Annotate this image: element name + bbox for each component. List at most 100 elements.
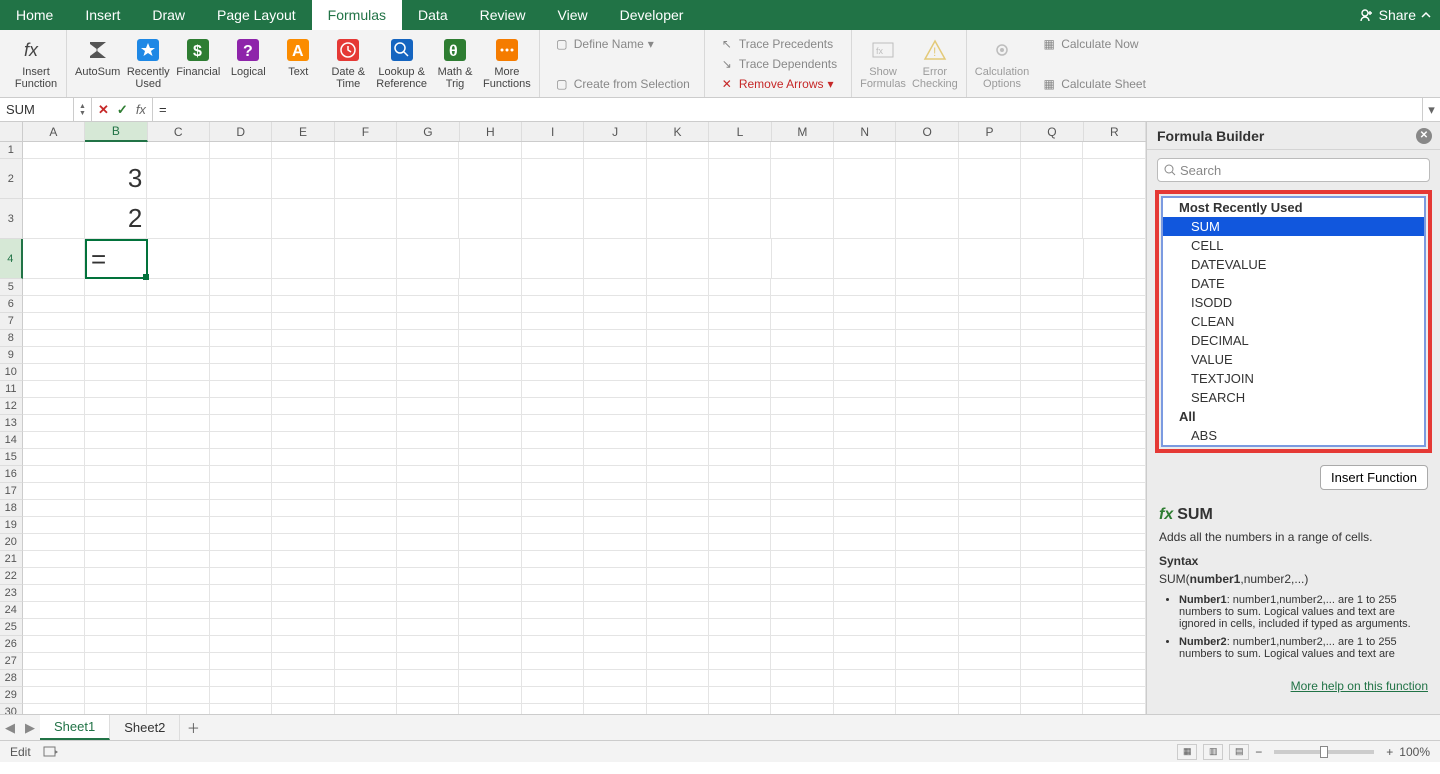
cell-I24[interactable] — [522, 602, 584, 619]
insert-function-button[interactable]: fx Insert Function — [12, 32, 60, 92]
cell-E24[interactable] — [272, 602, 334, 619]
cell-C13[interactable] — [147, 415, 209, 432]
cell-D24[interactable] — [210, 602, 272, 619]
select-all-corner[interactable] — [0, 122, 23, 141]
cell-F9[interactable] — [335, 347, 397, 364]
cell-B20[interactable] — [85, 534, 147, 551]
cell-F11[interactable] — [335, 381, 397, 398]
cell-L24[interactable] — [709, 602, 771, 619]
func-item-decimal[interactable]: DECIMAL — [1163, 331, 1424, 350]
col-header-D[interactable]: D — [210, 122, 272, 141]
cell-H22[interactable] — [459, 568, 521, 585]
row-header-20[interactable]: 20 — [0, 534, 23, 551]
cell-R24[interactable] — [1083, 602, 1145, 619]
cell-A26[interactable] — [23, 636, 85, 653]
cell-P27[interactable] — [959, 653, 1021, 670]
cell-M27[interactable] — [771, 653, 833, 670]
cell-P12[interactable] — [959, 398, 1021, 415]
cell-O14[interactable] — [896, 432, 958, 449]
cell-Q27[interactable] — [1021, 653, 1083, 670]
cell-D23[interactable] — [210, 585, 272, 602]
cell-G30[interactable] — [397, 704, 459, 714]
cell-H19[interactable] — [459, 517, 521, 534]
col-header-C[interactable]: C — [148, 122, 210, 141]
cell-R14[interactable] — [1083, 432, 1145, 449]
cell-M28[interactable] — [771, 670, 833, 687]
cell-I16[interactable] — [522, 466, 584, 483]
cell-B4[interactable]: = — [85, 239, 148, 279]
cell-O13[interactable] — [896, 415, 958, 432]
cell-Q1[interactable] — [1021, 142, 1083, 159]
cell-K26[interactable] — [647, 636, 709, 653]
cell-C22[interactable] — [147, 568, 209, 585]
cell-R1[interactable] — [1083, 142, 1145, 159]
cell-B13[interactable] — [85, 415, 147, 432]
cell-A24[interactable] — [23, 602, 85, 619]
accessibility-icon[interactable] — [43, 745, 59, 759]
cell-R13[interactable] — [1083, 415, 1145, 432]
cell-N2[interactable] — [834, 159, 896, 199]
cell-C25[interactable] — [147, 619, 209, 636]
cell-N13[interactable] — [834, 415, 896, 432]
cell-M3[interactable] — [771, 199, 833, 239]
cell-L9[interactable] — [709, 347, 771, 364]
cell-Q12[interactable] — [1021, 398, 1083, 415]
row-header-25[interactable]: 25 — [0, 619, 23, 636]
cell-R2[interactable] — [1083, 159, 1145, 199]
cell-A7[interactable] — [23, 313, 85, 330]
cell-H6[interactable] — [459, 296, 521, 313]
cell-R16[interactable] — [1083, 466, 1145, 483]
cell-N1[interactable] — [834, 142, 896, 159]
cell-R22[interactable] — [1083, 568, 1145, 585]
func-item-value[interactable]: VALUE — [1163, 350, 1424, 369]
row-header-29[interactable]: 29 — [0, 687, 23, 704]
cell-I30[interactable] — [522, 704, 584, 714]
func-item-isodd[interactable]: ISODD — [1163, 293, 1424, 312]
cell-J5[interactable] — [584, 279, 646, 296]
row-header-3[interactable]: 3 — [0, 199, 23, 239]
cell-G8[interactable] — [397, 330, 459, 347]
cell-F15[interactable] — [335, 449, 397, 466]
cell-A23[interactable] — [23, 585, 85, 602]
tab-developer[interactable]: Developer — [604, 0, 700, 30]
cell-P8[interactable] — [959, 330, 1021, 347]
show-formulas-button[interactable]: fx Show Formulas — [858, 32, 908, 92]
cell-R4[interactable] — [1084, 239, 1146, 279]
cell-N27[interactable] — [834, 653, 896, 670]
cell-H15[interactable] — [459, 449, 521, 466]
remove-arrows-button[interactable]: ✕Remove Arrows ▾ — [715, 74, 841, 94]
row-header-10[interactable]: 10 — [0, 364, 23, 381]
cell-O17[interactable] — [896, 483, 958, 500]
cell-I6[interactable] — [522, 296, 584, 313]
row-header-11[interactable]: 11 — [0, 381, 23, 398]
cell-P29[interactable] — [959, 687, 1021, 704]
cell-K6[interactable] — [647, 296, 709, 313]
cell-D2[interactable] — [210, 159, 272, 199]
cell-R15[interactable] — [1083, 449, 1145, 466]
autosum-button[interactable]: AutoSum — [73, 32, 122, 92]
more-functions-button[interactable]: More Functions — [481, 32, 533, 92]
cell-L7[interactable] — [709, 313, 771, 330]
cell-M25[interactable] — [771, 619, 833, 636]
cell-J17[interactable] — [584, 483, 646, 500]
cell-L20[interactable] — [709, 534, 771, 551]
cell-Q3[interactable] — [1021, 199, 1083, 239]
cell-I4[interactable] — [522, 239, 584, 279]
cell-G19[interactable] — [397, 517, 459, 534]
cell-L25[interactable] — [709, 619, 771, 636]
col-header-O[interactable]: O — [896, 122, 958, 141]
cell-M26[interactable] — [771, 636, 833, 653]
cell-D29[interactable] — [210, 687, 272, 704]
cell-D6[interactable] — [210, 296, 272, 313]
cell-M2[interactable] — [771, 159, 833, 199]
cell-C18[interactable] — [147, 500, 209, 517]
cell-H30[interactable] — [459, 704, 521, 714]
recently-used-button[interactable]: Recently Used — [124, 32, 172, 92]
cell-D3[interactable] — [210, 199, 272, 239]
tab-home[interactable]: Home — [0, 0, 69, 30]
cell-D18[interactable] — [210, 500, 272, 517]
cell-P26[interactable] — [959, 636, 1021, 653]
cell-K8[interactable] — [647, 330, 709, 347]
cell-Q23[interactable] — [1021, 585, 1083, 602]
cell-G23[interactable] — [397, 585, 459, 602]
